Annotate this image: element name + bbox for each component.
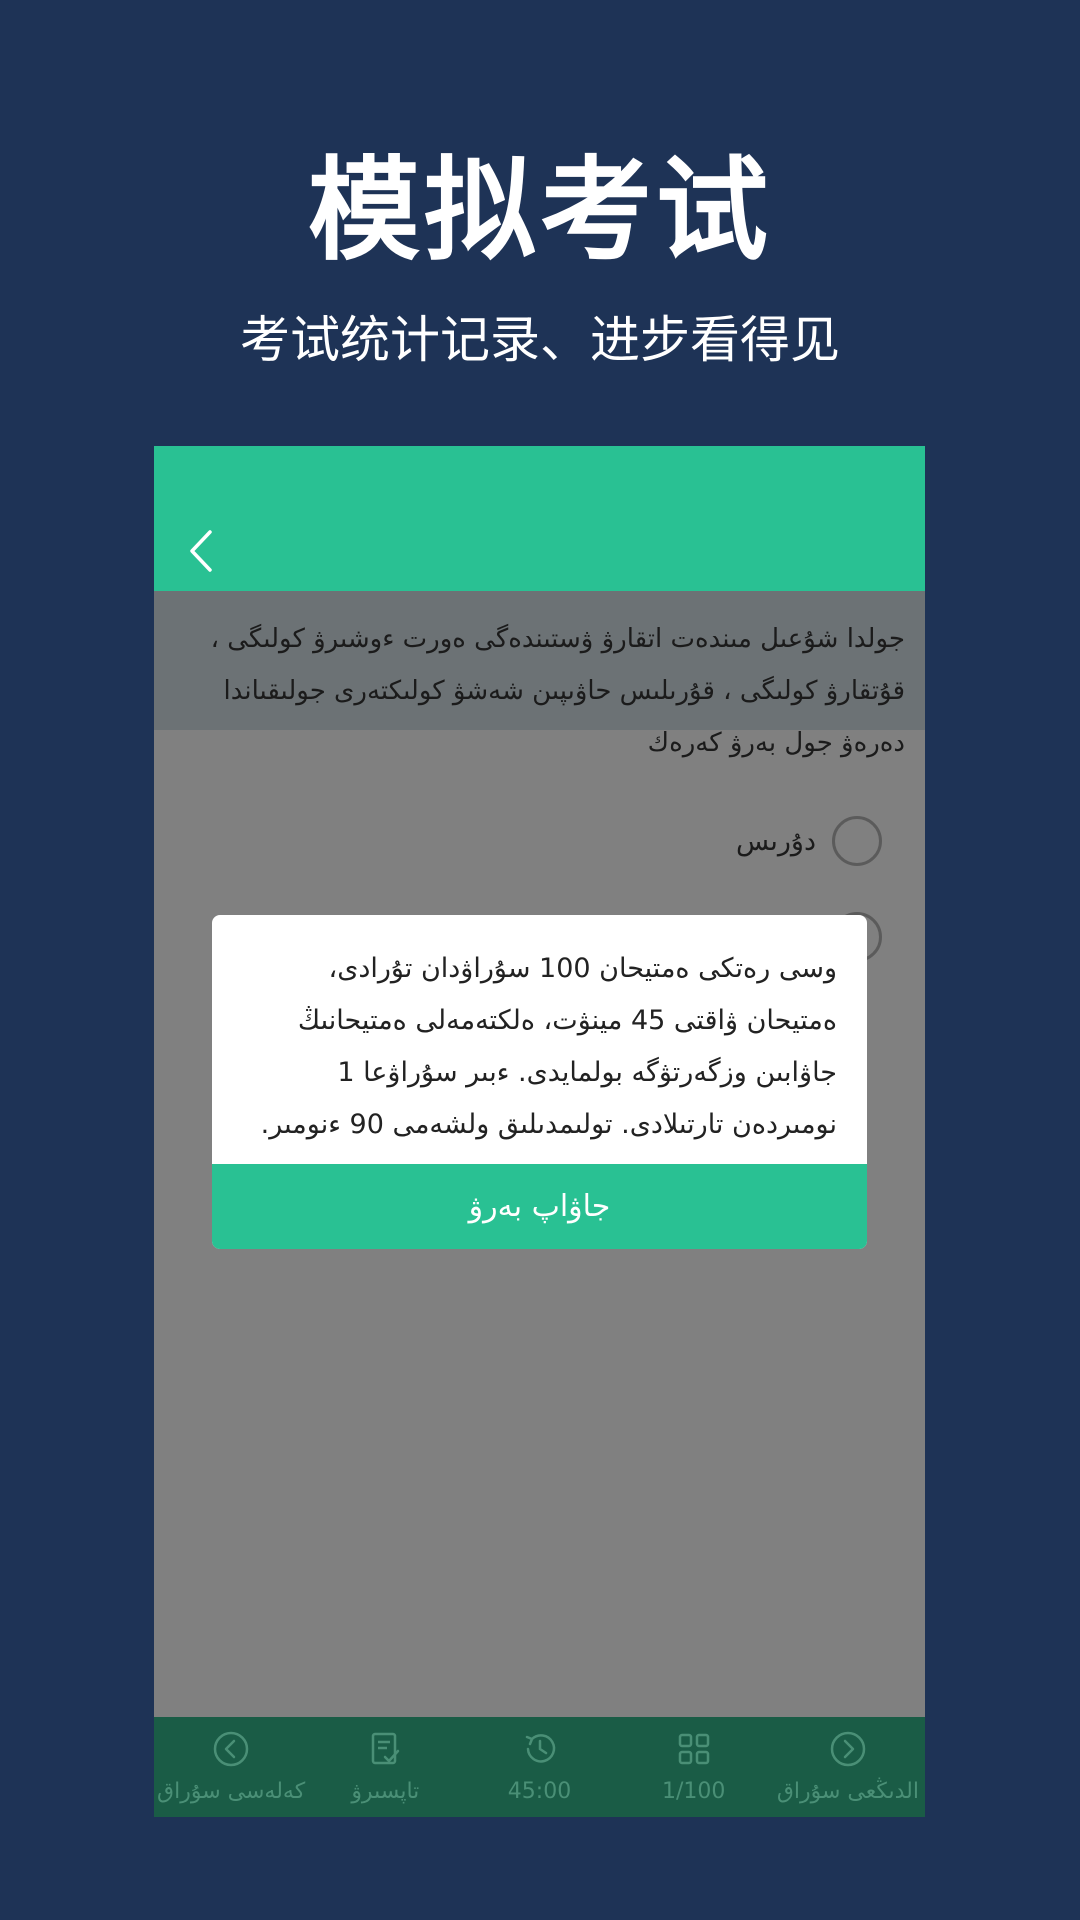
chevron-circle-right-icon — [830, 1731, 866, 1767]
next-question-button[interactable]: كەلەسى سۇراق — [154, 1717, 308, 1817]
bottom-toolbar: كەلەسى سۇراق تاپسىرۋ 45:00 1/100 الدىڭعى… — [154, 1717, 925, 1817]
chevron-left-icon[interactable] — [184, 526, 224, 576]
timer-history-icon — [525, 1734, 555, 1763]
grid-icon — [678, 1733, 709, 1765]
question-grid-button[interactable]: 1/100 — [617, 1717, 771, 1817]
chevron-circle-left-icon — [213, 1731, 249, 1767]
option-label: دۇرىس — [735, 825, 816, 857]
question-progress-label: 1/100 — [662, 1779, 726, 1804]
hero-subtitle: 考试统计记录、进步看得见 — [240, 311, 840, 369]
phone-screen: جولدا شۇعىل مىندەت اتقارۋ ۋستىندەگى ەورت… — [154, 446, 925, 1817]
submit-button[interactable]: تاپسىرۋ — [308, 1717, 462, 1817]
previous-question-button[interactable]: الدىڭعى سۇراق — [771, 1717, 925, 1817]
exam-info-dialog: وسى رەتكى ەمتيحان 100 سۇراۋدان تۇرادى، ە… — [212, 915, 867, 1249]
previous-question-label: الدىڭعى سۇراق — [776, 1779, 919, 1804]
timer-display: 45:00 — [462, 1717, 616, 1817]
dialog-message: وسى رەتكى ەمتيحان 100 سۇراۋدان تۇرادى، ە… — [260, 953, 837, 1140]
timer-label: 45:00 — [507, 1779, 572, 1804]
app-header — [154, 446, 925, 591]
radio-unchecked-icon[interactable] — [832, 816, 882, 866]
submit-document-icon — [372, 1732, 400, 1765]
start-answer-button[interactable]: جاۋاپ بەرۋ — [212, 1164, 867, 1249]
question-text: جولدا شۇعىل مىندەت اتقارۋ ۋستىندەگى ەورت… — [154, 591, 925, 758]
option-true[interactable]: دۇرىس — [482, 813, 882, 869]
next-question-label: كەلەسى سۇراق — [157, 1779, 306, 1804]
hero-title: 模拟考试 — [308, 146, 772, 276]
submit-label: تاپسىرۋ — [351, 1779, 420, 1804]
